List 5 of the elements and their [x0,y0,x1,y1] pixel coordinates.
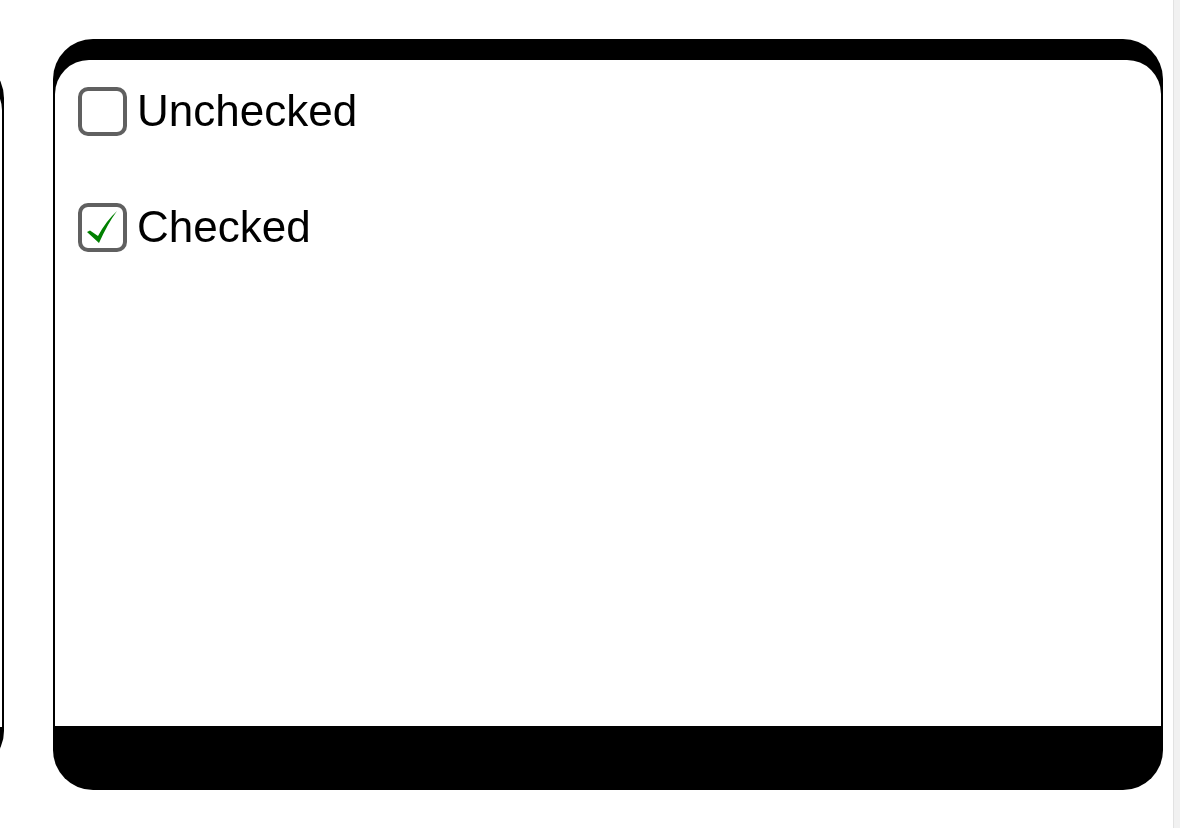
checkbox-label[interactable]: Unchecked [137,85,358,137]
scrollbar[interactable] [1173,0,1180,828]
checkbox[interactable] [78,86,127,136]
checkbox-label[interactable]: Checked [137,201,311,253]
checkbox[interactable] [78,202,127,252]
